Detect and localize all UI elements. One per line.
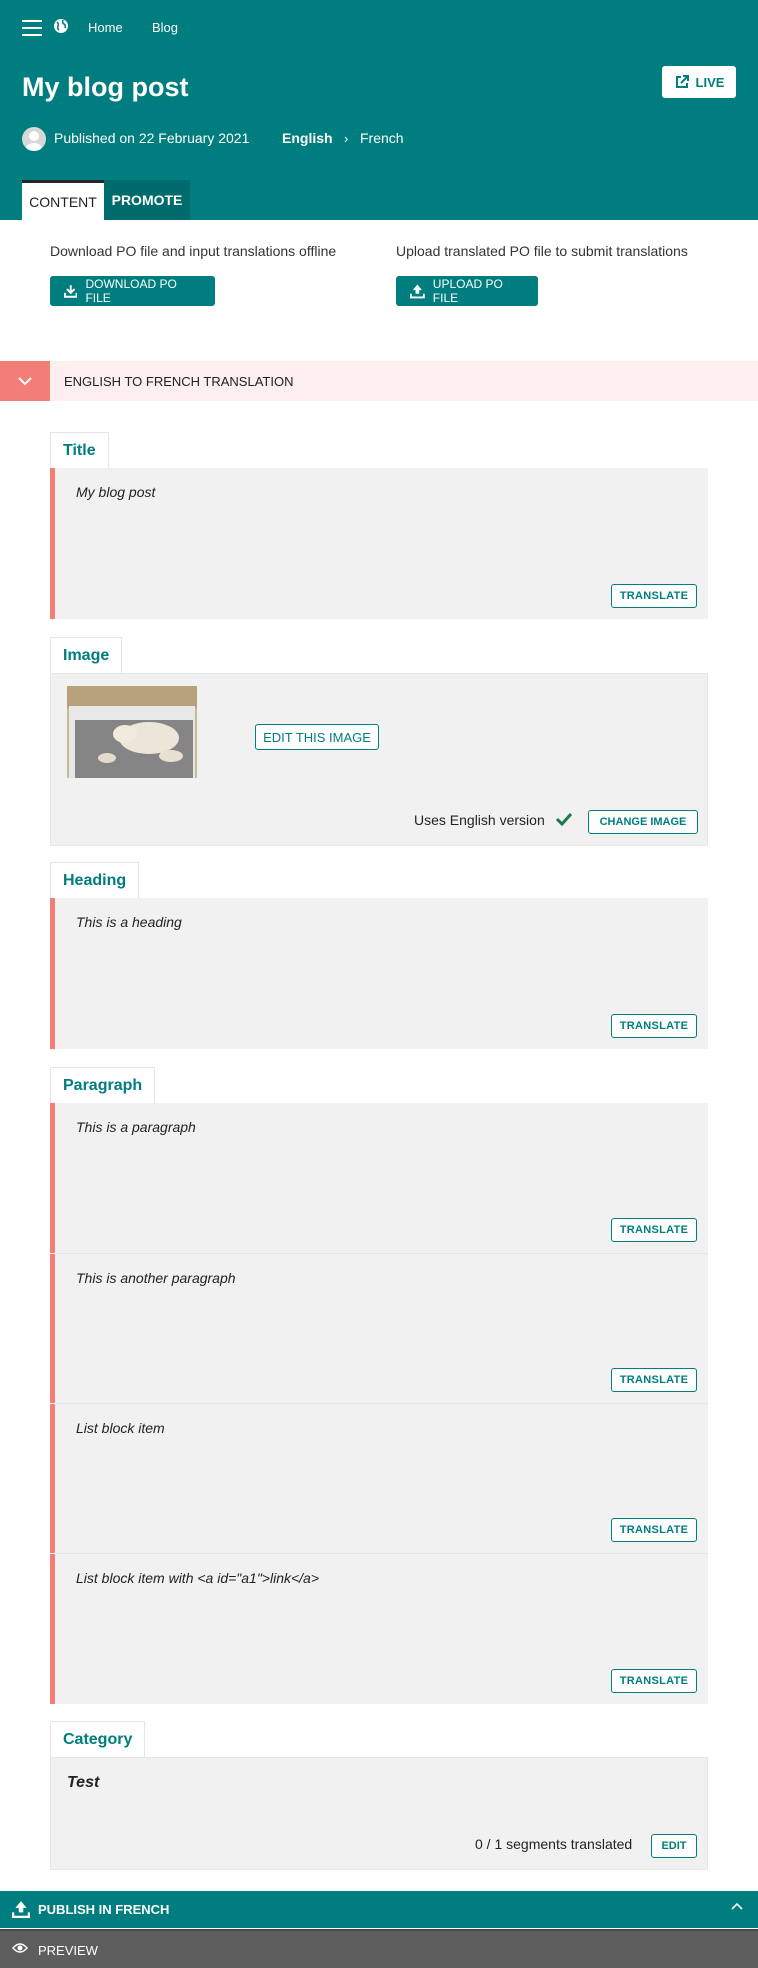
live-button[interactable]: LIVE [662, 66, 736, 98]
field-label-paragraph: Paragraph [50, 1067, 156, 1103]
segment-list-item: List block item TRANSLATE [50, 1404, 708, 1553]
translate-button[interactable]: TRANSLATE [611, 1368, 697, 1392]
segment-title: My blog post TRANSLATE [50, 468, 708, 619]
translation-section-header[interactable]: ENGLISH TO FRENCH TRANSLATION [0, 361, 758, 401]
translate-button[interactable]: TRANSLATE [611, 1218, 697, 1242]
publish-label: PUBLISH IN FRENCH [38, 1902, 170, 1917]
segment-heading: This is a heading TRANSLATE [50, 898, 708, 1049]
upload-po-label: UPLOAD PO FILE [432, 277, 503, 305]
download-po-label: DOWNLOAD PO FILE [85, 277, 177, 305]
segment-source-text: List block item [76, 1420, 165, 1436]
download-po-button[interactable]: DOWNLOAD PO FILE [50, 276, 215, 306]
edit-button[interactable]: EDIT [651, 1834, 697, 1858]
segment-source-text: My blog post [76, 484, 156, 500]
edit-image-button[interactable]: EDIT THIS IMAGE [255, 724, 379, 750]
hamburger-menu-icon[interactable] [22, 20, 42, 36]
globe-icon[interactable] [53, 18, 69, 34]
published-date: Published on 22 February 2021 [54, 130, 250, 146]
chevron-up-icon[interactable] [730, 1901, 744, 1911]
source-language: English [282, 130, 333, 146]
field-label-heading: Heading [50, 862, 140, 898]
image-thumbnail [67, 686, 197, 784]
change-image-button[interactable]: CHANGE IMAGE [588, 810, 698, 834]
upload-icon [12, 1901, 30, 1918]
upload-po-button[interactable]: UPLOAD PO FILE [396, 276, 538, 306]
segment-paragraph: This is another paragraph TRANSLATE [50, 1254, 708, 1403]
segment-source-text: This is a paragraph [76, 1119, 196, 1135]
avatar [22, 127, 46, 151]
download-po-description: Download PO file and input translations … [50, 243, 337, 259]
page-title: My blog post [22, 72, 189, 102]
field-label-title: Title [50, 432, 109, 468]
segment-paragraph: This is a paragraph TRANSLATE [50, 1103, 708, 1253]
image-status: Uses English version [414, 812, 545, 828]
segment-list-item: List block item with <a id="a1">link</a>… [50, 1554, 708, 1704]
breadcrumb-blog[interactable]: Blog [152, 20, 178, 35]
upload-icon [410, 284, 425, 299]
field-label-category: Category [50, 1721, 146, 1757]
field-label-image: Image [50, 637, 123, 673]
tab-content[interactable]: CONTENT [22, 180, 104, 220]
translate-button[interactable]: TRANSLATE [611, 1669, 697, 1693]
segments-translated-status: 0 / 1 segments translated [475, 1836, 633, 1852]
translate-button[interactable]: TRANSLATE [611, 584, 697, 608]
translate-button[interactable]: TRANSLATE [611, 1518, 697, 1542]
page-header: Home Blog My blog post LIVE Published on… [0, 0, 758, 220]
breadcrumb-home[interactable]: Home [88, 20, 123, 35]
chevron-down-icon [18, 377, 32, 386]
translation-title: ENGLISH TO FRENCH TRANSLATION [64, 374, 294, 389]
segment-source-text: This is another paragraph [76, 1270, 236, 1286]
translate-button[interactable]: TRANSLATE [611, 1014, 697, 1038]
segment-source-text: List block item with <a id="a1">link</a> [76, 1570, 320, 1586]
target-language[interactable]: French [360, 130, 404, 146]
download-icon [64, 285, 78, 298]
preview-button[interactable]: PREVIEW [0, 1929, 758, 1968]
chevron-right-icon: › [344, 131, 349, 146]
eye-icon [12, 1943, 28, 1953]
check-icon [556, 812, 572, 826]
segment-source-text: This is a heading [76, 914, 182, 930]
category-value: Test [67, 1774, 100, 1791]
preview-label: PREVIEW [38, 1943, 98, 1958]
publish-button[interactable]: PUBLISH IN FRENCH [0, 1891, 758, 1928]
image-block: EDIT THIS IMAGE Uses English version CHA… [50, 673, 708, 846]
external-link-icon [675, 75, 689, 88]
upload-po-description: Upload translated PO file to submit tran… [396, 243, 688, 259]
collapse-toggle[interactable] [0, 361, 50, 401]
tab-promote[interactable]: PROMOTE [104, 180, 190, 220]
live-label: LIVE [695, 74, 725, 90]
category-block: Test 0 / 1 segments translated EDIT [50, 1757, 708, 1870]
